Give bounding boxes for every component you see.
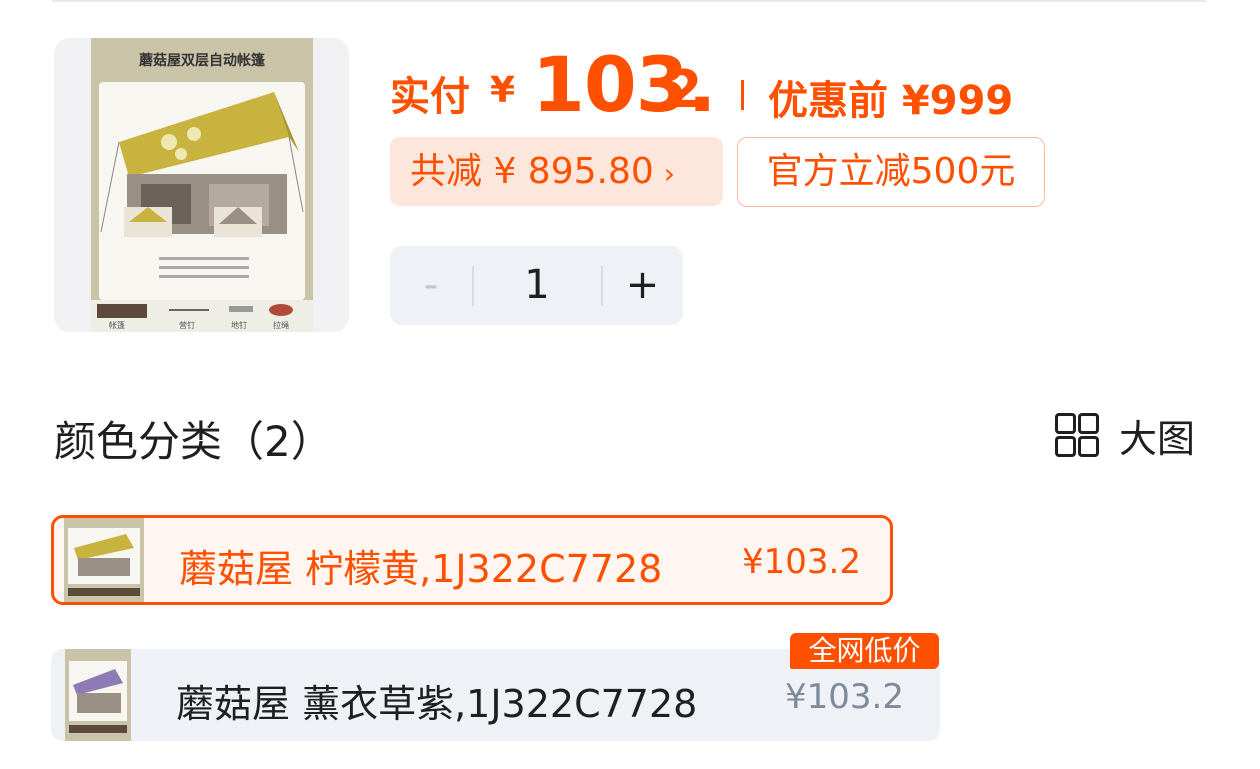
- product-image[interactable]: 蘑菇屋双层自动帐篷 帐篷 营钉 地钉 拉绳: [54, 38, 349, 332]
- big-image-toggle[interactable]: 大图: [1055, 410, 1196, 461]
- tent-thumbnail-purple: [69, 661, 127, 733]
- quantity-stepper: - 1 +: [390, 246, 683, 325]
- option-label: 蘑菇屋 柠檬黄,1J322C7728: [179, 547, 663, 591]
- decrease-button[interactable]: -: [390, 246, 472, 325]
- poster-title: 蘑菇屋双层自动帐篷: [139, 53, 265, 69]
- option-label: 蘑菇屋 薰衣草紫,1J322C7728: [176, 682, 698, 726]
- currency-symbol: ¥: [490, 70, 516, 111]
- poster-illustration: [99, 82, 305, 300]
- official-discount-tag: 官方立减500元: [737, 137, 1045, 207]
- tent-illustration: [100, 92, 304, 278]
- product-poster: 蘑菇屋双层自动帐篷 帐篷 营钉 地钉 拉绳: [91, 38, 313, 332]
- big-image-label: 大图: [1119, 416, 1196, 461]
- option-price: ¥103.2: [742, 542, 861, 582]
- increase-button[interactable]: +: [602, 246, 683, 325]
- price-decimal: 2: [666, 60, 703, 120]
- poster-accessories-strip: 帐篷 营钉 地钉 拉绳: [91, 300, 313, 332]
- grid-icon: [1055, 413, 1099, 457]
- strip-label-4: 拉绳: [273, 321, 289, 330]
- strip-label-2: 营钉: [179, 321, 195, 330]
- paid-label: 实付: [390, 74, 470, 120]
- tent-thumbnail-yellow: [68, 528, 140, 596]
- top-divider: [52, 0, 1206, 2]
- option-price: ¥103.2: [785, 677, 904, 717]
- price-divider: [741, 80, 744, 110]
- lowest-price-badge: 全网低价: [790, 633, 939, 669]
- option-thumbnail: [64, 518, 144, 602]
- strip-label-1: 帐篷: [109, 321, 125, 330]
- option-thumbnail: [65, 649, 131, 741]
- original-price: 优惠前 ¥999: [768, 78, 1014, 124]
- total-discount-label: 共减 ¥ 895.80: [410, 151, 654, 192]
- color-section-title: 颜色分类（2）: [54, 417, 333, 466]
- quantity-value[interactable]: 1: [472, 246, 602, 325]
- chevron-right-icon: ›: [663, 157, 675, 190]
- strip-label-3: 地钉: [231, 321, 247, 330]
- color-option-lemon-yellow[interactable]: 蘑菇屋 柠檬黄,1J322C7728 ¥103.2: [51, 515, 893, 605]
- total-discount-chip[interactable]: 共减 ¥ 895.80 ›: [390, 137, 723, 206]
